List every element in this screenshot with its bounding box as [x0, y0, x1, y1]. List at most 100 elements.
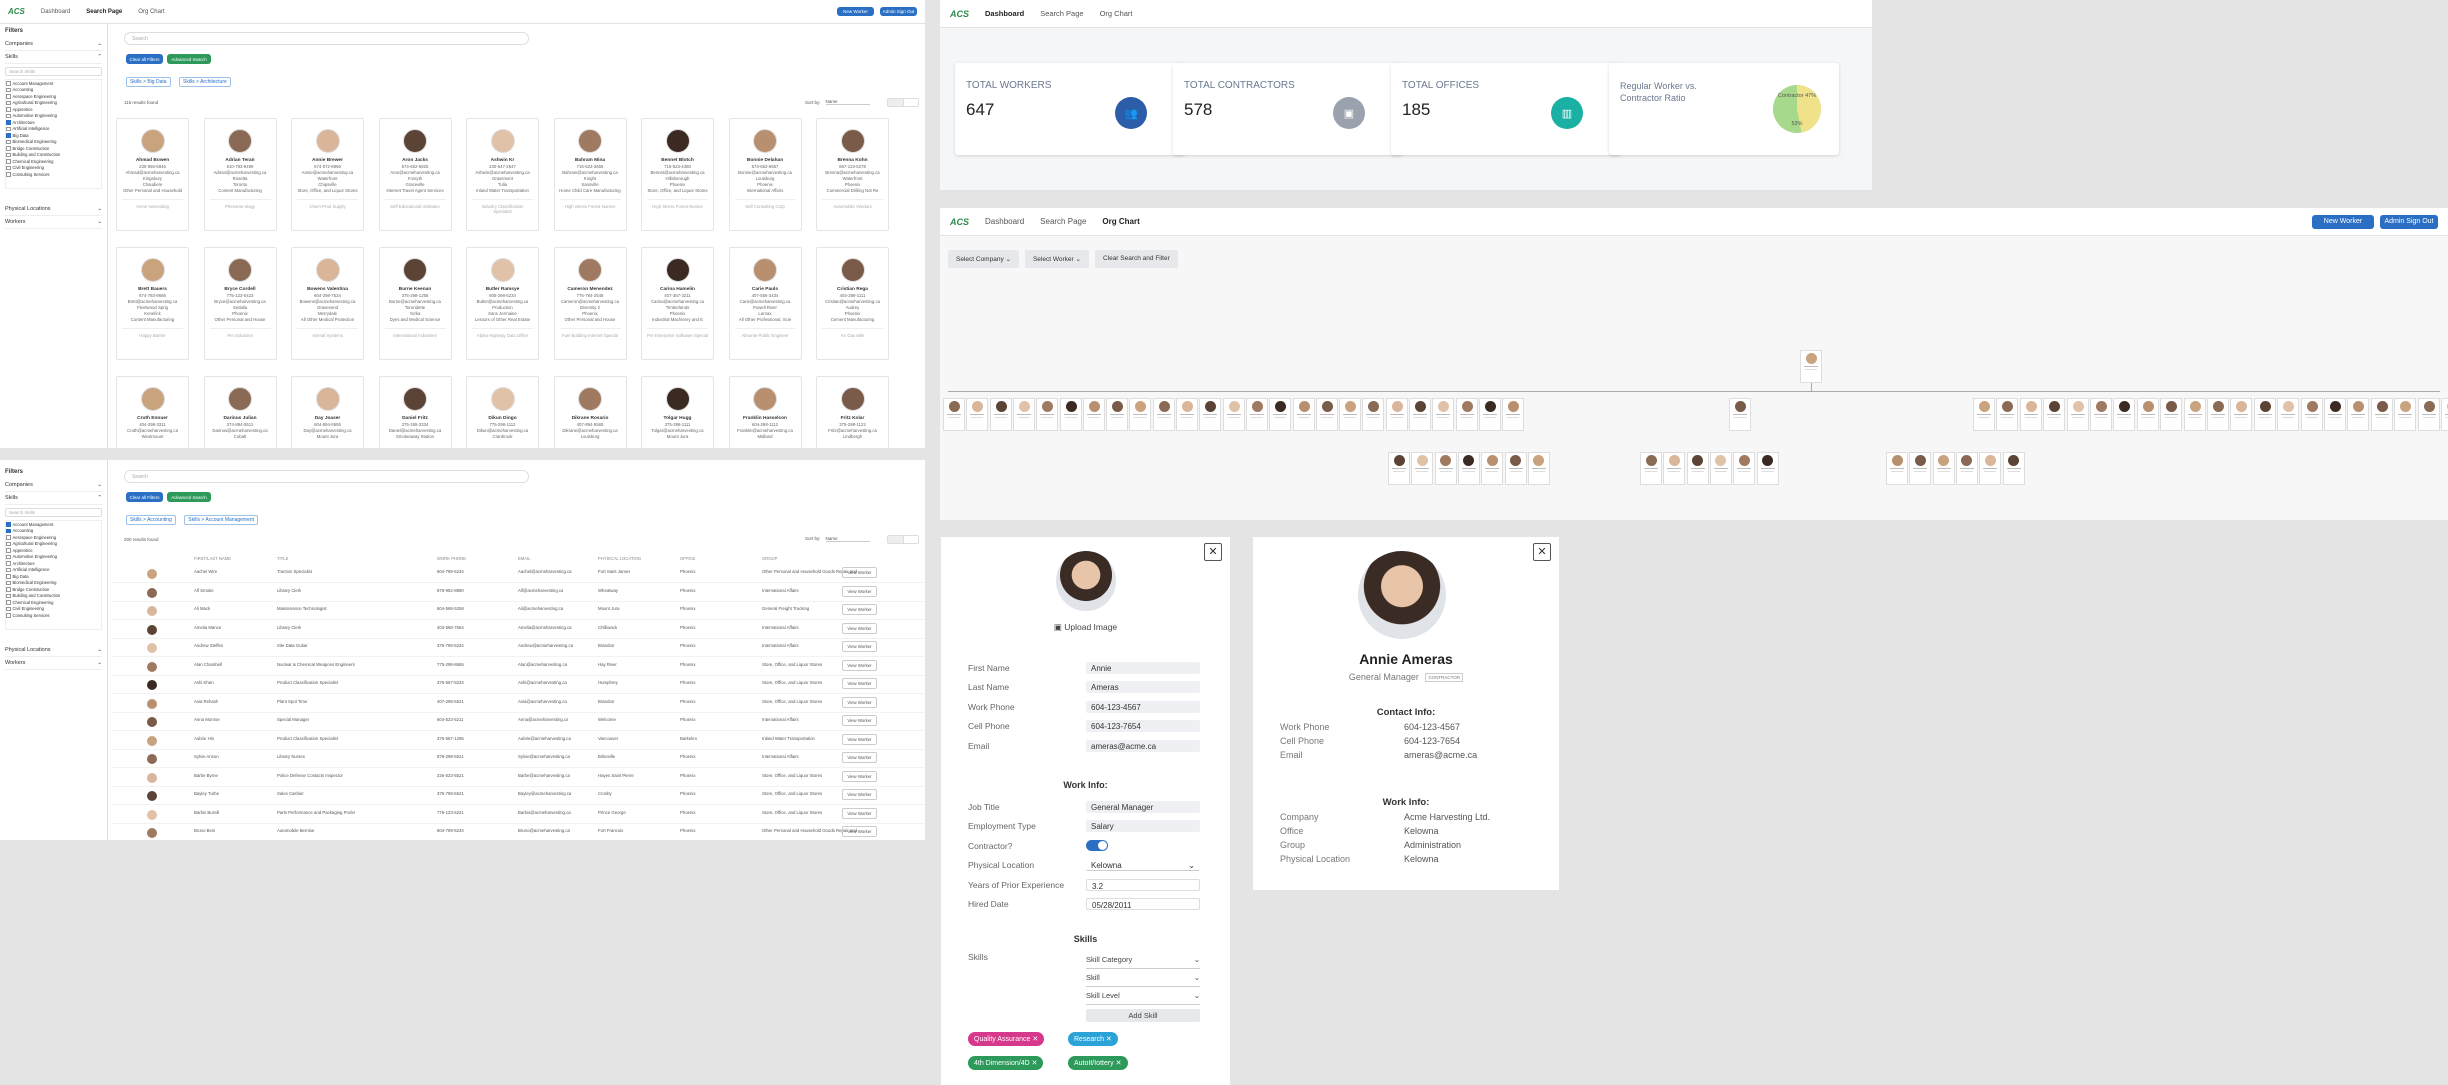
- field-input[interactable]: ameras@acme.ca: [1086, 739, 1200, 752]
- view-worker-button[interactable]: View Worker: [842, 715, 877, 726]
- remove-icon[interactable]: ✕: [1116, 1060, 1122, 1067]
- view-worker-button[interactable]: View Worker: [842, 733, 877, 745]
- org-node[interactable]: [1432, 398, 1454, 431]
- worker-card[interactable]: Carina Hamelin 407-357-3211 Carina@acmehar…: [641, 247, 714, 360]
- view-worker-button[interactable]: View Worker: [842, 567, 877, 578]
- org-node[interactable]: [1129, 398, 1151, 431]
- org-node[interactable]: [1316, 398, 1338, 431]
- skills-filter[interactable]: Skills ⌃: [5, 492, 102, 505]
- org-node[interactable]: [1686, 452, 1709, 485]
- org-node[interactable]: [1409, 398, 1431, 431]
- hired-date-input[interactable]: 05/28/2011: [1086, 898, 1200, 911]
- worker-card[interactable]: Brenna Kohn 657-123-5278 Brenna@acmeharves…: [816, 118, 889, 231]
- org-node[interactable]: [1339, 398, 1361, 431]
- sort-select[interactable]: Name: [825, 536, 870, 542]
- view-worker-button[interactable]: View Worker: [842, 604, 877, 615]
- checkbox[interactable]: [6, 528, 11, 533]
- checkbox[interactable]: [6, 113, 11, 118]
- filter-chip[interactable]: Skills > Account Management: [184, 515, 259, 525]
- worker-card[interactable]: Dikun Dingo 775-298-1112 Dikun@acmeharvest…: [466, 376, 539, 448]
- worker-card[interactable]: Adrian Teran 510-783-9499 Adrian@acmeharve…: [203, 118, 277, 231]
- org-node[interactable]: [966, 398, 988, 431]
- search-input[interactable]: Search: [124, 470, 529, 483]
- checkbox[interactable]: [6, 100, 11, 105]
- worker-card[interactable]: Cameron Menendez 775-784-2548 Cameron@acme…: [553, 247, 627, 360]
- org-node[interactable]: [2441, 398, 2448, 431]
- org-node[interactable]: [2371, 398, 2393, 431]
- checkbox[interactable]: [6, 152, 11, 157]
- org-node[interactable]: [1979, 452, 2002, 485]
- nav-dashboard[interactable]: Dashboard: [41, 9, 70, 15]
- org-node[interactable]: [1434, 452, 1457, 485]
- worker-card[interactable]: Burne Keenan 375-298-1255 Burne@acmeharves…: [378, 247, 452, 360]
- worker-card[interactable]: Dikrane Rosario 407-894-5565 Dikrane@acmeh…: [553, 376, 627, 448]
- org-node[interactable]: [1800, 350, 1822, 383]
- advanced-search-button[interactable]: Advanced Search: [167, 54, 211, 64]
- checkbox[interactable]: [6, 541, 11, 546]
- close-button[interactable]: ✕: [1533, 543, 1551, 561]
- view-worker-button[interactable]: View Worker: [842, 641, 877, 652]
- org-node[interactable]: [2067, 398, 2089, 431]
- employment-type-input[interactable]: Salary: [1086, 820, 1200, 833]
- org-node[interactable]: [1756, 452, 1779, 485]
- checkbox[interactable]: [6, 587, 11, 592]
- skill-option[interactable]: Consulting Services: [6, 171, 101, 178]
- checkbox[interactable]: [6, 535, 11, 540]
- worker-card[interactable]: Tolgar Hugg 375-298-1111 Tolgar@acmeharves…: [641, 376, 714, 448]
- nav-search-page[interactable]: Search Page: [86, 9, 122, 15]
- worker-card[interactable]: Cristian Rega 404-289-1111 Cristian@acmeha…: [816, 247, 889, 360]
- checkbox[interactable]: [6, 567, 11, 572]
- org-node[interactable]: [1060, 398, 1082, 431]
- checkbox[interactable]: [6, 548, 11, 553]
- org-node[interactable]: [1733, 452, 1756, 485]
- org-node[interactable]: [1481, 452, 1504, 485]
- worker-card[interactable]: Annie Brewer 674-572-8866 Annie@acmeharves…: [291, 118, 364, 231]
- org-node[interactable]: [2324, 398, 2346, 431]
- org-node[interactable]: [1411, 452, 1434, 485]
- field-input[interactable]: Annie: [1086, 661, 1200, 674]
- org-node[interactable]: [1729, 398, 1751, 431]
- checkbox[interactable]: [6, 165, 11, 170]
- checkbox[interactable]: [6, 600, 11, 605]
- clear-filters-button[interactable]: Clear all Filters: [126, 54, 163, 64]
- checkbox[interactable]: [6, 554, 11, 559]
- org-node[interactable]: [1909, 452, 1932, 485]
- org-node[interactable]: [1640, 452, 1662, 485]
- worker-card[interactable]: Daniel Fritz 375-265-3334 Daniel@acmeharve…: [378, 376, 452, 448]
- org-node[interactable]: [2277, 398, 2299, 431]
- search-input[interactable]: Search: [124, 32, 529, 45]
- org-node[interactable]: [1955, 452, 1978, 485]
- skill-chip[interactable]: 4th Dimension/4D ✕: [968, 1056, 1044, 1070]
- sign-out-button[interactable]: Admin Sign Out: [880, 7, 917, 16]
- companies-filter[interactable]: Companies ⌄: [5, 479, 102, 492]
- view-worker-button[interactable]: View Worker: [842, 752, 877, 763]
- remove-icon[interactable]: ✕: [1106, 1036, 1112, 1043]
- physical-locations-filter[interactable]: Physical Locations ⌄: [5, 203, 102, 216]
- worker-card[interactable]: Butler Ramsye 605-298-5234 Butler@acmeharv…: [466, 247, 539, 360]
- org-node[interactable]: [1996, 398, 2018, 431]
- clear-filters-button[interactable]: Clear all Filters: [126, 492, 163, 502]
- remove-icon[interactable]: ✕: [1032, 1060, 1038, 1067]
- workers-filter[interactable]: Workers ⌄: [5, 657, 102, 670]
- worker-card[interactable]: Aron Jacks 574-652-6825 Aron@acmeharvestin…: [378, 118, 452, 231]
- org-node[interactable]: [1527, 452, 1550, 485]
- org-node[interactable]: [1386, 398, 1408, 431]
- skill-chip[interactable]: Research ✕: [1068, 1032, 1118, 1046]
- worker-card[interactable]: Bowens Valentina 604-298-7534 Bowens@acmeh…: [291, 247, 364, 360]
- worker-card[interactable]: Ahmad Bowen 230-956-5845 Ahmad@acmeharvest…: [116, 118, 189, 231]
- checkbox[interactable]: [6, 139, 11, 144]
- checkbox[interactable]: [6, 120, 11, 125]
- worker-card[interactable]: Fritz Kolar 375-298-1122 Fritz@acmeharvest…: [816, 376, 889, 448]
- view-worker-button[interactable]: View Worker: [842, 770, 877, 782]
- grid-view-icon[interactable]: [888, 99, 903, 106]
- advanced-search-button[interactable]: Advanced Search: [167, 492, 211, 502]
- sort-select[interactable]: Name: [825, 99, 870, 105]
- org-node[interactable]: [2394, 398, 2416, 431]
- org-node[interactable]: [1176, 398, 1198, 431]
- list-view-icon[interactable]: [902, 536, 919, 543]
- org-node[interactable]: [1709, 452, 1732, 485]
- checkbox[interactable]: [6, 126, 11, 131]
- org-node[interactable]: [1504, 452, 1527, 485]
- org-node[interactable]: [1246, 398, 1268, 431]
- filter-chip[interactable]: Skills > Big Data: [126, 77, 171, 87]
